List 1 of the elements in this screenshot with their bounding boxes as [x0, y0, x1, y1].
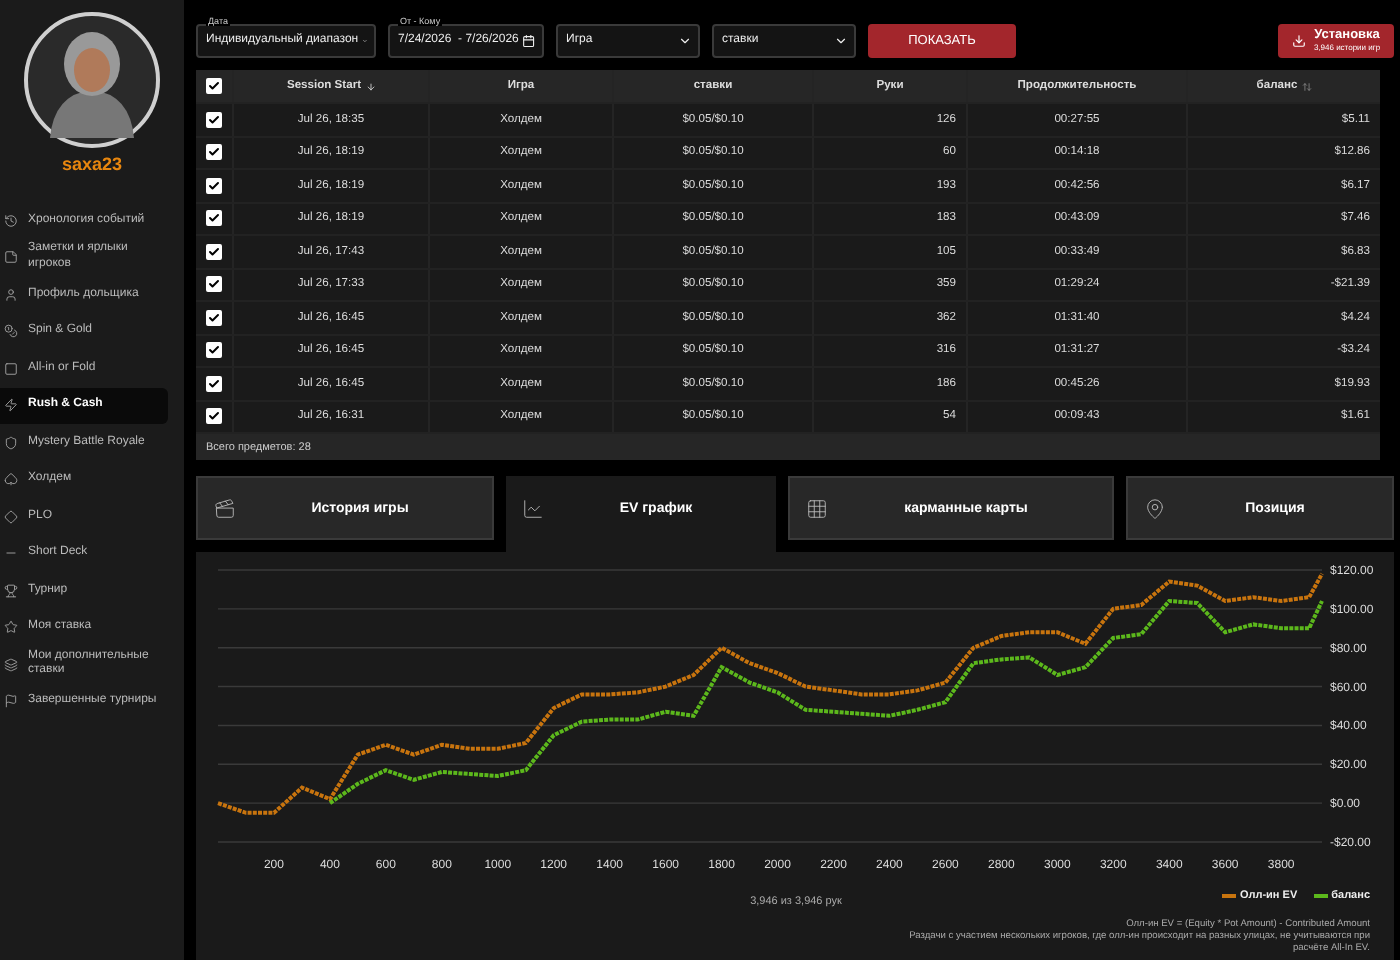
username: saxa23 — [59, 154, 125, 174]
